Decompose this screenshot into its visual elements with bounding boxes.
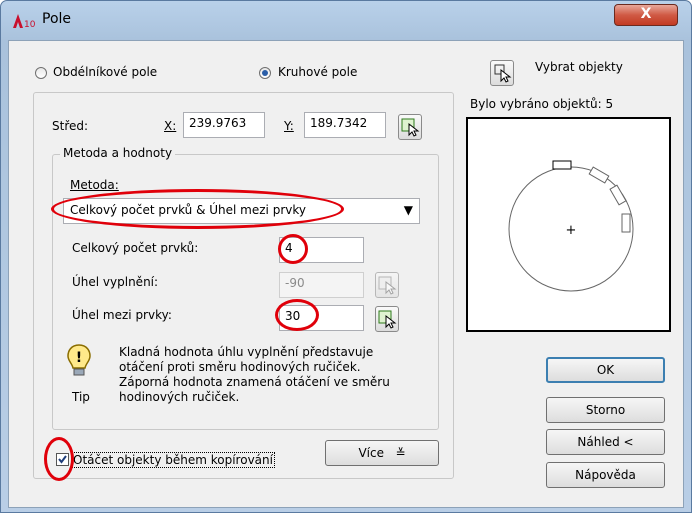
title-bar[interactable]: 10 Pole X xyxy=(0,0,692,40)
preview-drawing: + xyxy=(508,160,634,292)
center-x-input[interactable]: 239.9763 xyxy=(183,112,265,138)
tip-text: Kladná hodnota úhlu vyplnění představuje… xyxy=(119,345,390,405)
chevron-down-icon: ▼ xyxy=(403,203,413,217)
rotate-objects-label[interactable]: Otáčet objekty během kopírování xyxy=(71,452,275,468)
angle-between-label: Úhel mezi prvky: xyxy=(72,308,172,322)
cursor-select-icon xyxy=(494,64,512,83)
close-button[interactable]: X xyxy=(614,4,678,26)
autocad-icon: 10 xyxy=(13,14,36,29)
pick-point-icon xyxy=(378,276,397,295)
selected-count-status: Bylo vybráno objektů: 5 xyxy=(470,97,614,111)
pick-center-button[interactable] xyxy=(398,114,422,140)
svg-text:!: ! xyxy=(76,350,82,366)
lightbulb-icon: ! xyxy=(67,344,91,376)
svg-text:10: 10 xyxy=(24,20,36,29)
select-objects-button[interactable] xyxy=(490,60,514,86)
svg-text:+: + xyxy=(566,223,577,238)
center-y-input[interactable]: 189.7342 xyxy=(304,112,386,138)
polar-array-radio[interactable] xyxy=(259,67,271,79)
window-title: Pole xyxy=(42,11,72,27)
more-button-label: Více xyxy=(358,446,384,460)
x-label: X: xyxy=(164,119,177,133)
pick-point-icon xyxy=(401,118,420,137)
rotate-checkbox-highlight xyxy=(44,437,74,481)
cancel-button[interactable]: Storno xyxy=(546,397,665,423)
pick-angle-between-button[interactable] xyxy=(375,306,399,332)
polar-array-label[interactable]: Kruhové pole xyxy=(278,65,357,79)
preview-panel: + xyxy=(466,117,671,332)
tip-line: hodinových ručiček. xyxy=(119,390,240,404)
total-items-label: Celkový počet prvků: xyxy=(72,241,199,255)
select-objects-label: Vybrat objekty xyxy=(535,60,623,74)
y-label: Y: xyxy=(284,119,294,133)
angle-between-highlight xyxy=(275,299,319,331)
rect-array-label[interactable]: Obdélníkové pole xyxy=(53,65,157,79)
center-label: Střed: xyxy=(52,119,89,133)
tip-line: Záporná hodnota znamená otáčení ve směru xyxy=(119,375,390,389)
total-items-highlight xyxy=(278,234,308,264)
tip-line: Kladná hodnota úhlu vyplnění představuje xyxy=(119,345,374,359)
fill-angle-input[interactable]: -90 xyxy=(279,272,364,298)
fill-angle-label: Úhel vyplnění: xyxy=(72,275,159,289)
tip-label: Tip xyxy=(72,390,90,404)
pick-point-icon xyxy=(378,310,397,329)
rect-array-radio[interactable] xyxy=(35,67,47,79)
double-chevron-down-icon: ≚ xyxy=(387,446,406,460)
preview-button[interactable]: Náhled < xyxy=(546,429,665,455)
close-icon: X xyxy=(640,6,652,22)
ok-button[interactable]: OK xyxy=(546,357,665,383)
more-button[interactable]: Více ≚ xyxy=(325,440,439,466)
method-highlight-ellipse xyxy=(51,189,344,229)
tip-line: otáčení proti směru hodinových ručiček. xyxy=(119,360,361,374)
method-group-legend: Metoda a hodnoty xyxy=(60,146,176,160)
help-button[interactable]: Nápověda xyxy=(546,462,665,488)
method-label: Metoda: xyxy=(70,178,119,192)
pick-fill-angle-button[interactable] xyxy=(375,272,399,298)
